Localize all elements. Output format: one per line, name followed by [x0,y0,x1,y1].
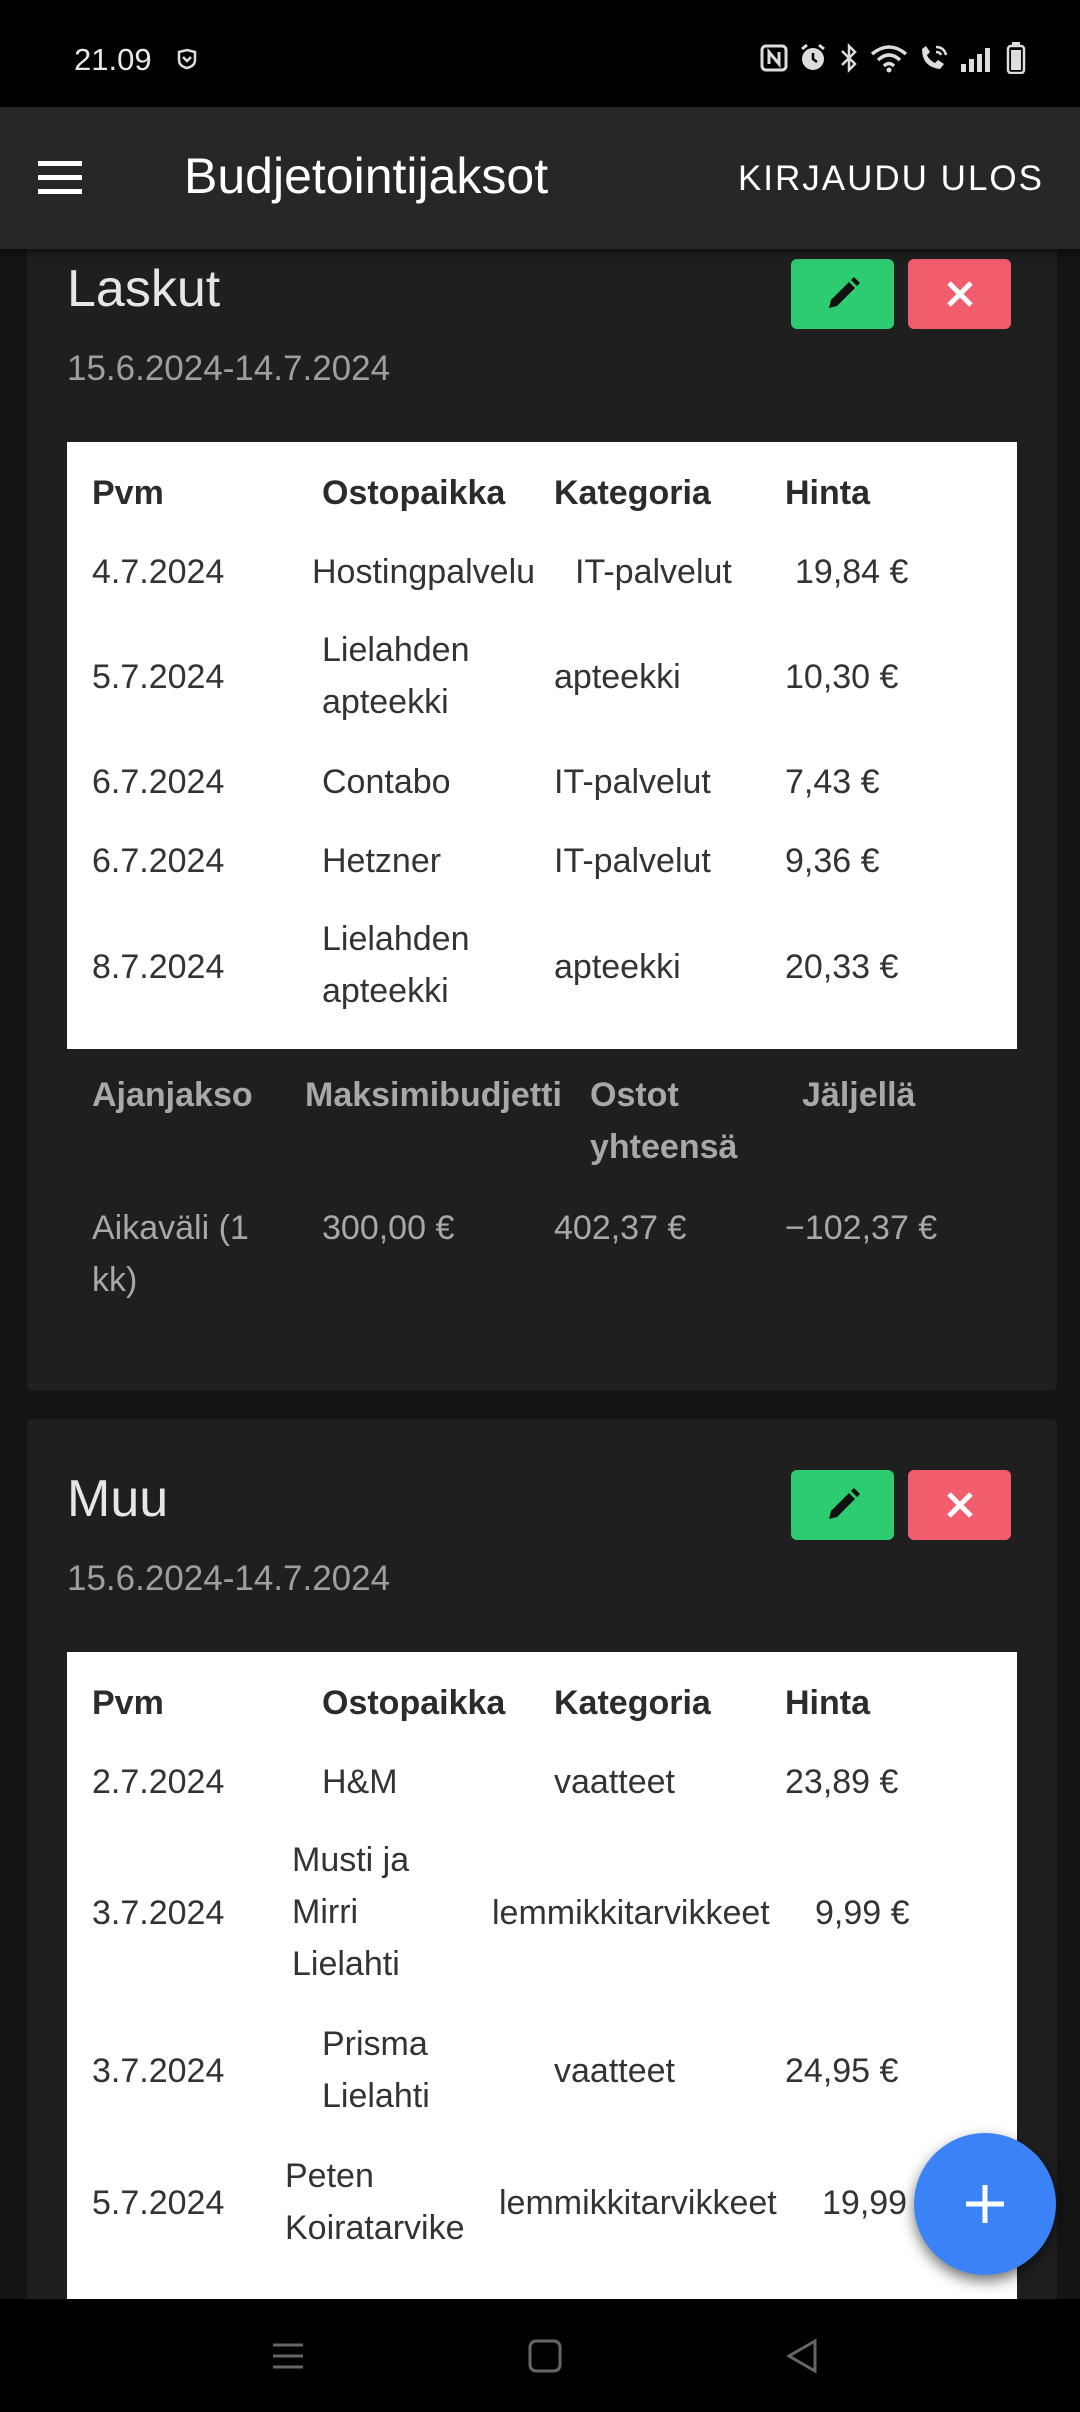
summary-cell-remaining: −102,37 € [785,1209,938,1247]
column-header-date: Pvm [92,474,164,512]
nfc-icon [760,44,788,72]
table-cell-price: 9,99 € [815,1894,910,1932]
table-cell-category: IT-palvelut [554,842,711,880]
table-cell-price: 24,95 € [785,2052,899,2090]
budget-card-muu: Muu 15.6.2024-14.7.2024 Pvm Ostopaikka K… [27,1419,1057,2299]
table-cell-date: 6.7.2024 [92,842,225,880]
pencil-icon [828,1488,860,1519]
table-cell-date: 3.7.2024 [92,1894,225,1932]
alarm-icon [801,43,825,70]
wifi-calling-icon [922,45,948,69]
table-cell-place: Peten Koiratarvike [285,2157,465,2247]
table-cell-category: IT-palvelut [554,763,711,801]
card-dates: 15.6.2024-14.7.2024 [67,1559,391,1598]
summary-table: Ajanjakso Maksimibudjetti Ostot yhteensä… [67,1069,1017,1329]
table-cell-price: 7,43 € [785,763,880,801]
close-icon [946,281,973,307]
column-header-price: Hinta [785,1684,870,1722]
card-title: Laskut [67,260,221,318]
table-cell-place: Hetzner [322,842,442,880]
summary-header-remaining: Jäljellä [802,1076,916,1114]
add-budget-period-button[interactable] [914,2133,1056,2275]
table-cell-place: Prisma Lielahti [322,2025,430,2115]
table-cell-place: Contabo [322,763,451,801]
table-cell-category: lemmikkitarvikkeet [499,2184,777,2222]
table-cell-date: 6.7.2024 [92,763,225,801]
wifi-icon [870,45,908,73]
table-cell-price: 10,30 € [785,658,899,696]
table-cell-place: Lielahden apteekki [322,920,470,1010]
delete-button[interactable] [908,259,1011,329]
table-cell-place: Hostingpalvelu [312,553,536,591]
column-header-place: Ostopaikka [322,1684,506,1722]
table-cell-price: 23,89 € [785,1763,899,1801]
card-title: Muu [67,1470,169,1528]
system-navigation-bar [0,2299,1080,2412]
table-cell-place: Musti ja Mirri Lielahti [292,1841,410,1983]
recents-icon[interactable] [263,2331,313,2381]
logout-button[interactable]: KIRJAUDU ULOS [738,159,1044,199]
budget-card-laskut: Laskut 15.6.2024-14.7.2024 Pvm Ostopaikk… [27,249,1057,1391]
column-header-category: Kategoria [554,474,711,512]
table-cell-price: 19,99 [822,2184,908,2222]
summary-cell-max-budget: 300,00 € [322,1209,455,1247]
table-cell-price: 19,84 € [795,553,909,591]
summary-header-period: Ajanjakso [92,1076,253,1114]
column-header-price: Hinta [785,474,870,512]
page-title: Budjetointijaksot [184,148,549,204]
summary-header-max-budget: Maksimibudjetti [305,1076,562,1114]
status-bar: 21.09 [0,0,1080,107]
table-cell-date: 2.7.2024 [92,1763,225,1801]
table-cell-category: vaatteet [554,2052,675,2090]
pencil-icon [828,277,860,308]
table-cell-price: 20,33 € [785,948,899,986]
summary-cell-total: 402,37 € [554,1209,687,1247]
signal-icon [961,48,990,72]
summary-header-total: Ostot yhteensä [590,1076,738,1166]
menu-icon[interactable] [30,147,90,207]
app-bar: Budjetointijaksot KIRJAUDU ULOS [0,107,1080,249]
purchases-table: Pvm Ostopaikka Kategoria Hinta 2.7.2024 … [67,1652,1017,2299]
edit-button[interactable] [791,259,894,329]
column-header-category: Kategoria [554,1684,711,1722]
table-cell-category: apteekki [554,948,681,986]
plus-icon [966,2185,1004,2223]
table-cell-category: apteekki [554,658,681,696]
table-cell-date: 8.7.2024 [92,948,225,986]
delete-button[interactable] [908,1470,1011,1540]
table-cell-category: lemmikkitarvikkeet [492,1894,770,1932]
home-icon[interactable] [520,2331,570,2381]
table-cell-category: vaatteet [554,1763,675,1801]
summary-cell-period: Aikaväli (1 kk) [92,1209,249,1299]
column-header-date: Pvm [92,1684,164,1722]
table-cell-place: Lielahden apteekki [322,631,470,721]
back-icon[interactable] [777,2331,827,2381]
close-icon [946,1492,973,1518]
table-cell-place: H&M [322,1763,398,1801]
table-cell-date: 5.7.2024 [92,658,225,696]
table-cell-date: 5.7.2024 [92,2184,225,2222]
status-time: 21.09 [74,42,152,77]
status-icons [760,42,1026,74]
card-dates: 15.6.2024-14.7.2024 [67,349,391,388]
budget-period-list: Laskut 15.6.2024-14.7.2024 Pvm Ostopaikk… [0,249,1080,2299]
table-cell-category: IT-palvelut [575,553,732,591]
battery-icon [1006,42,1026,74]
column-header-place: Ostopaikka [322,474,506,512]
table-cell-date: 3.7.2024 [92,2052,225,2090]
table-cell-price: 9,36 € [785,842,880,880]
notification-icon [176,48,198,75]
purchases-table: Pvm Ostopaikka Kategoria Hinta 4.7.2024 … [67,442,1017,1049]
table-cell-date: 4.7.2024 [92,553,225,591]
edit-button[interactable] [791,1470,894,1540]
bluetooth-icon [841,43,857,73]
